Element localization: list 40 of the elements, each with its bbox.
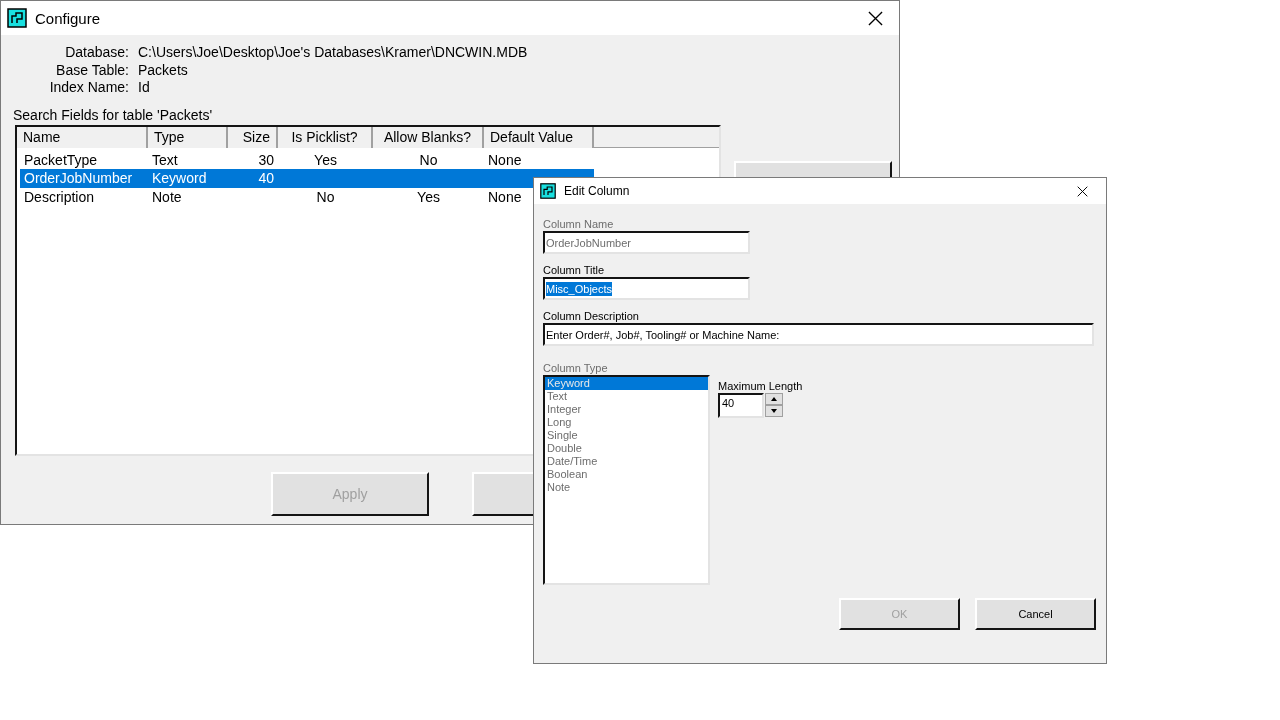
table-cell-text: Yes xyxy=(416,187,441,206)
info-value: Id xyxy=(138,79,151,97)
window-title: Configure xyxy=(35,9,102,27)
info-label: Database: xyxy=(64,44,129,62)
field-label: Column Name xyxy=(543,218,615,231)
table-cell-text: None xyxy=(487,187,523,206)
table-cell-text: PacketType xyxy=(23,150,99,169)
section-label: Search Fields for table 'Packets' xyxy=(13,106,214,123)
table-cell-text: Description xyxy=(23,187,96,206)
table-cell-text: Yes xyxy=(313,150,338,169)
table-cell-text: Text xyxy=(151,150,179,169)
cancel-button[interactable]: Cancel xyxy=(975,598,1096,630)
up-arrow-icon xyxy=(771,397,777,401)
text-field[interactable]: Enter Order#, Job#, Tooling# or Machine Name: xyxy=(543,323,1094,346)
number-field[interactable]: 40 xyxy=(718,393,764,418)
field-label: Column Description xyxy=(543,310,640,323)
table-cell-text: Note xyxy=(151,187,183,206)
table-cell-text: Keyword xyxy=(151,169,208,188)
info-value: C:\Users\Joe\Desktop\Joe's Databases\Kramer\DNCWIN.MDB xyxy=(138,44,529,62)
app-icon xyxy=(7,8,27,28)
info-value: Packets xyxy=(138,61,189,79)
field-label: Column Type xyxy=(543,362,609,375)
spin-up-button[interactable] xyxy=(765,393,783,405)
table-cell-text: None xyxy=(487,150,523,169)
table-cell-text: No xyxy=(418,150,439,169)
info-label: Index Name: xyxy=(48,79,129,97)
info-label: Base Table: xyxy=(55,61,129,79)
spin-down-button[interactable] xyxy=(765,405,783,417)
close-icon xyxy=(867,10,883,26)
field-label: Maximum Length xyxy=(718,380,803,393)
table-cell-text: 30 xyxy=(257,150,275,169)
field-label: Column Title xyxy=(543,264,606,277)
app-icon xyxy=(540,183,556,199)
close-icon xyxy=(1076,185,1088,197)
table-cell-text: OrderJobNumber xyxy=(23,169,134,188)
table-row[interactable]: PacketType Text 30 Yes No None xyxy=(20,150,594,169)
text-field[interactable]: Misc_Objects xyxy=(543,277,750,300)
down-arrow-icon xyxy=(771,409,777,413)
table-cell-text: No xyxy=(315,187,336,206)
table-cell-text: 40 xyxy=(257,169,275,188)
